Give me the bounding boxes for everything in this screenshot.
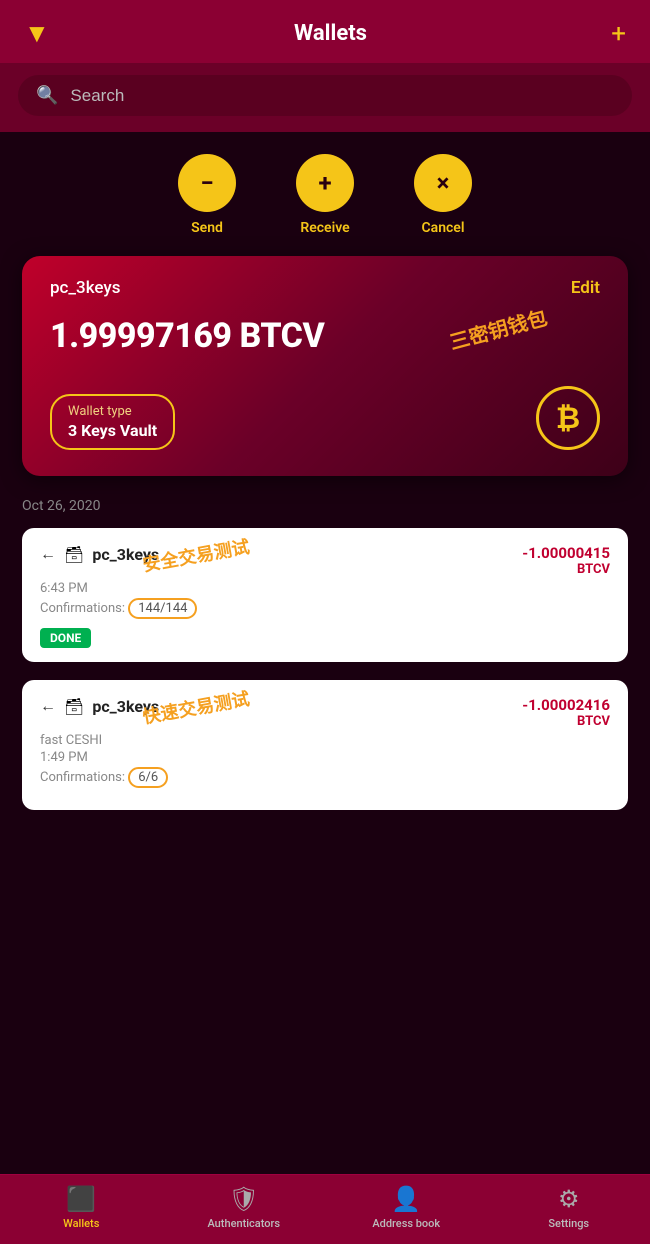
wallet-type-label: Wallet type xyxy=(68,404,157,419)
tx2-label: fast CESHI xyxy=(40,733,610,748)
send-icon: − xyxy=(178,154,236,212)
transaction-date: Oct 26, 2020 xyxy=(22,498,628,514)
tx2-name: pc_3keys xyxy=(92,697,159,716)
header: ▼ Wallets + xyxy=(0,0,650,63)
wallets-label: Wallets xyxy=(63,1217,99,1230)
receive-label: Receive xyxy=(300,220,349,236)
receive-icon: + xyxy=(296,154,354,212)
tx2-arrow: ← xyxy=(40,696,56,716)
send-button[interactable]: − Send xyxy=(178,154,236,236)
authenticators-label: Authenticators xyxy=(207,1217,280,1230)
address-book-icon: 👤 xyxy=(391,1185,421,1213)
tx1-wallet-icon: 🗃 xyxy=(64,545,84,564)
tx1-time: 6:43 PM xyxy=(40,581,610,596)
send-label: Send xyxy=(191,220,223,236)
search-bar: 🔍 xyxy=(0,63,650,132)
nav-item-authenticators[interactable]: 🛡 Authenticators xyxy=(204,1185,284,1230)
add-icon[interactable]: + xyxy=(611,19,626,49)
tx1-unit: BTCV xyxy=(522,562,610,577)
wallets-icon: ⬛ xyxy=(66,1185,96,1213)
wallet-card-section: pc_3keys Edit 1.99997169 BTCV 三密钥钱包 Wall… xyxy=(0,246,650,476)
list-item[interactable]: 快速交易测试 ← 🗃 pc_3keys -1.00002416 BTCV fas… xyxy=(22,680,628,810)
cancel-label: Cancel xyxy=(422,220,465,236)
bottom-nav: ⬛ Wallets 🛡 Authenticators 👤 Address boo… xyxy=(0,1174,650,1244)
tx1-name: pc_3keys xyxy=(92,545,159,564)
address-book-label: Address book xyxy=(372,1217,440,1230)
transactions-section: Oct 26, 2020 安全交易测试 ← 🗃 pc_3keys -1.0000… xyxy=(0,476,650,810)
search-input[interactable] xyxy=(70,86,614,106)
wallet-card[interactable]: pc_3keys Edit 1.99997169 BTCV 三密钥钱包 Wall… xyxy=(22,256,628,476)
tx1-status: DONE xyxy=(40,628,91,648)
tx2-conf-circle: 6/6 xyxy=(128,767,168,788)
authenticators-icon: 🛡 xyxy=(229,1185,259,1213)
tx1-amount: -1.00000415 xyxy=(522,544,610,562)
nav-item-address-book[interactable]: 👤 Address book xyxy=(366,1185,446,1230)
receive-button[interactable]: + Receive xyxy=(296,154,354,236)
tx2-amount: -1.00002416 xyxy=(522,696,610,714)
cancel-button[interactable]: × Cancel xyxy=(414,154,472,236)
action-row: − Send + Receive × Cancel xyxy=(0,132,650,246)
tx1-confirmations: Confirmations: 144/144 xyxy=(40,598,610,619)
settings-label: Settings xyxy=(548,1217,589,1230)
tx1-conf-circle: 144/144 xyxy=(128,598,197,619)
btc-icon: ₿ xyxy=(536,386,600,450)
cancel-icon: × xyxy=(414,154,472,212)
tx2-confirmations: Confirmations: 6/6 xyxy=(40,767,610,788)
tx2-prefix: fast CESHI xyxy=(40,733,102,748)
nav-item-settings[interactable]: ⚙ Settings xyxy=(529,1185,609,1230)
search-icon: 🔍 xyxy=(36,85,58,106)
tx1-arrow: ← xyxy=(40,544,56,564)
page-title: Wallets xyxy=(294,21,367,46)
tx2-wallet-icon: 🗃 xyxy=(64,697,84,716)
filter-icon[interactable]: ▼ xyxy=(24,18,50,49)
settings-icon: ⚙ xyxy=(558,1185,580,1213)
tx2-time: 1:49 PM xyxy=(40,750,610,765)
tx2-unit: BTCV xyxy=(522,714,610,729)
list-item[interactable]: 安全交易测试 ← 🗃 pc_3keys -1.00000415 BTCV 6:4… xyxy=(22,528,628,662)
wallet-type-badge: Wallet type 3 Keys Vault xyxy=(50,394,175,450)
wallet-type-value: 3 Keys Vault xyxy=(68,421,157,440)
edit-button[interactable]: Edit xyxy=(571,278,600,298)
card-balance: 1.99997169 BTCV xyxy=(50,316,600,356)
search-inner[interactable]: 🔍 xyxy=(18,75,632,116)
card-wallet-name: pc_3keys xyxy=(50,278,120,298)
nav-item-wallets[interactable]: ⬛ Wallets xyxy=(41,1185,121,1230)
